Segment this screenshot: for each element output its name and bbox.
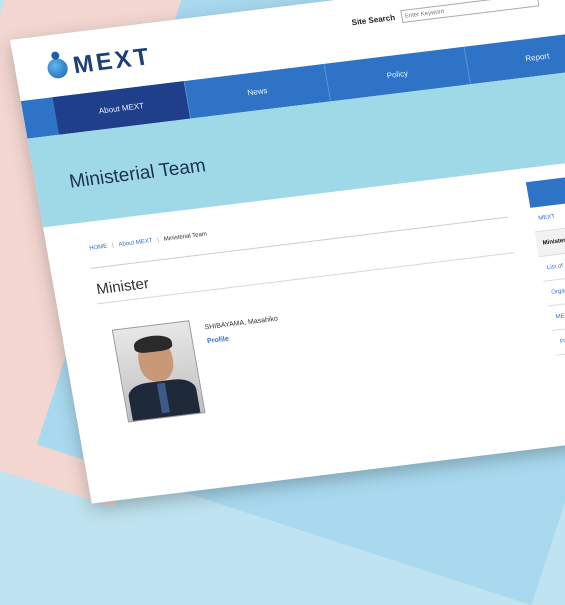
- logo-mark-icon: [45, 57, 70, 80]
- website-screenshot: MEXT Site Search About MEXT News Policy …: [10, 0, 565, 504]
- breadcrumb-about[interactable]: About MEXT: [118, 238, 153, 248]
- site-search: Site Search: [350, 0, 540, 29]
- breadcrumb-current: Ministerial Team: [163, 231, 208, 243]
- mext-logo[interactable]: MEXT: [45, 35, 219, 83]
- page-title: Ministerial Team: [67, 155, 208, 193]
- breadcrumb-home[interactable]: HOME: [89, 244, 108, 252]
- logo-text: MEXT: [71, 43, 154, 80]
- site-search-label: Site Search: [350, 12, 396, 28]
- breadcrumb-separator: |: [111, 242, 115, 250]
- breadcrumb: HOME | About MEXT | Ministerial Team: [89, 231, 208, 251]
- minister-name: SHIBAYAMA, Masahiko: [204, 315, 279, 332]
- profile-link[interactable]: Profile: [207, 336, 230, 346]
- minister-photo: [111, 320, 206, 423]
- sidebar-header[interactable]: Ab: [525, 167, 565, 208]
- breadcrumb-separator: |: [156, 237, 160, 244]
- logo-subtitle: [158, 49, 218, 56]
- search-input[interactable]: [399, 0, 540, 24]
- sidebar: Ab MEXT Ministerial Te List of Senior O …: [525, 167, 565, 356]
- section-title: Minister: [95, 275, 151, 299]
